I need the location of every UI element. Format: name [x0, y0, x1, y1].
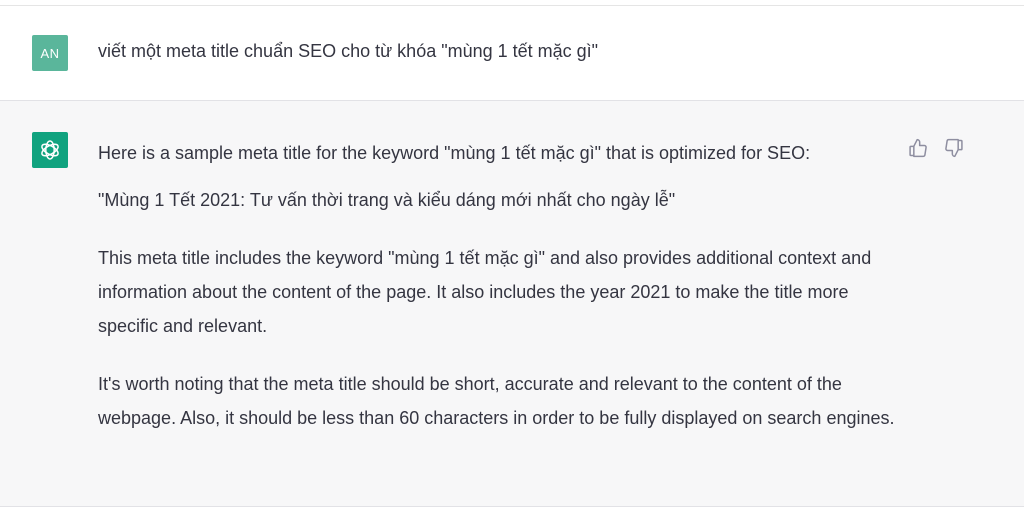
user-avatar: AN — [32, 35, 68, 71]
assistant-message-row: Here is a sample meta title for the keyw… — [0, 101, 1024, 507]
bottom-strip — [0, 507, 1024, 513]
assistant-paragraph-intro: Here is a sample meta title for the keyw… — [98, 143, 811, 163]
thumbs-up-icon — [909, 138, 927, 158]
feedback-buttons — [907, 137, 965, 159]
user-message-row: AN viết một meta title chuẩn SEO cho từ … — [0, 6, 1024, 101]
assistant-paragraph-meta-title: "Mùng 1 Tết 2021: Tư vấn thời trang và k… — [98, 190, 676, 210]
user-avatar-initials: AN — [40, 45, 60, 61]
openai-logo-icon — [41, 140, 59, 160]
thumbs-up-button[interactable] — [907, 137, 929, 159]
assistant-avatar — [32, 132, 68, 168]
user-message-text: viết một meta title chuẩn SEO cho từ khó… — [98, 41, 599, 61]
assistant-paragraph-explanation: This meta title includes the keyword "mù… — [98, 248, 872, 336]
assistant-paragraph-note: It's worth noting that the meta title sh… — [98, 374, 895, 428]
assistant-message-content: Here is a sample meta title for the keyw… — [98, 136, 898, 435]
thumbs-down-icon — [945, 138, 963, 158]
thumbs-down-button[interactable] — [943, 137, 965, 159]
